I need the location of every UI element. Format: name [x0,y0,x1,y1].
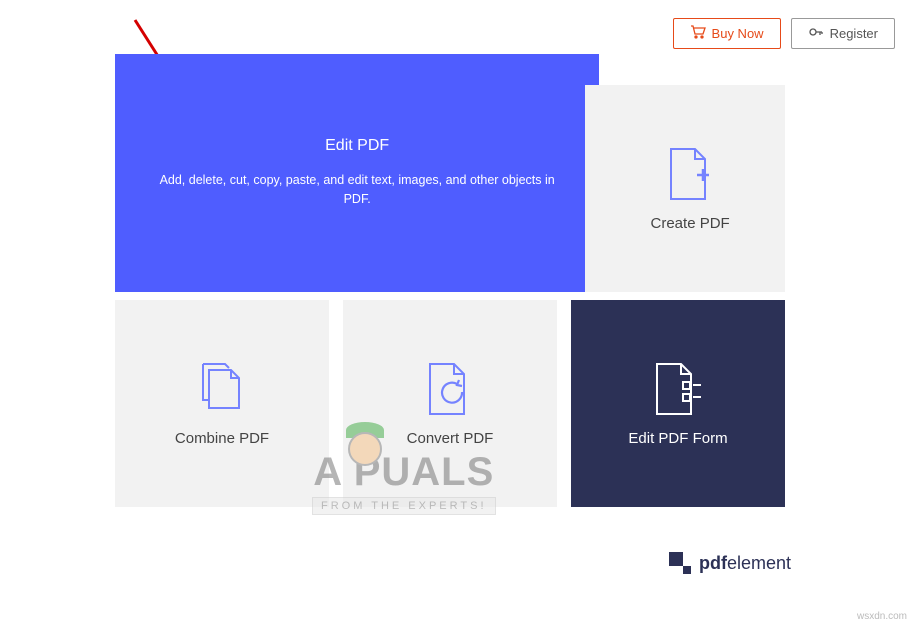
convert-pdf-title: Convert PDF [407,430,494,447]
combine-pdf-icon [197,360,247,418]
action-grid: Edit PDF Add, delete, cut, copy, paste, … [115,84,785,507]
register-label: Register [830,26,878,41]
footer-url: wsxdn.com [857,611,907,622]
edit-pdf-form-card[interactable]: Edit PDF Form [571,300,785,507]
buy-now-label: Buy Now [712,26,764,41]
key-icon [808,25,824,42]
buy-now-button[interactable]: Buy Now [673,18,781,49]
combine-pdf-title: Combine PDF [175,430,269,447]
pdfelement-logo-icon [669,552,691,574]
edit-pdf-description: Add, delete, cut, copy, paste, and edit … [145,171,569,209]
register-button[interactable]: Register [791,18,895,49]
edit-pdf-card[interactable]: Edit PDF Add, delete, cut, copy, paste, … [115,54,599,292]
top-bar: Buy Now Register [673,18,895,49]
convert-pdf-icon [426,360,474,418]
create-pdf-icon [667,145,713,203]
cart-icon [690,25,706,42]
create-pdf-card[interactable]: Create PDF [585,85,785,292]
edit-pdf-title: Edit PDF [325,137,389,155]
brand-logo-area: pdfelement [669,552,791,574]
create-pdf-title: Create PDF [651,215,730,232]
edit-form-title: Edit PDF Form [628,430,727,447]
convert-pdf-card[interactable]: Convert PDF [343,300,557,507]
edit-form-icon [653,360,703,418]
combine-pdf-card[interactable]: Combine PDF [115,300,329,507]
brand-name: pdfelement [699,553,791,574]
